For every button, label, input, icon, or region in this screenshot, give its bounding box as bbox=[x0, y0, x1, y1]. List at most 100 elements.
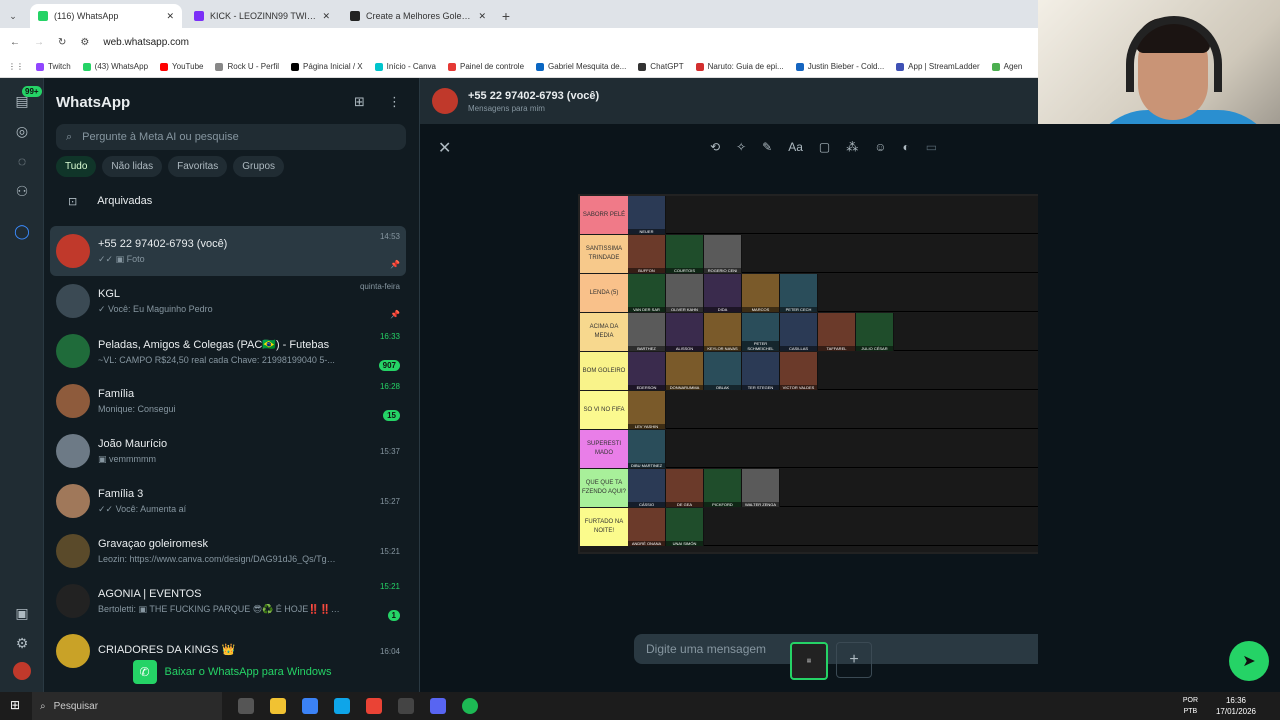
communities-icon[interactable]: ⚇ bbox=[13, 182, 31, 200]
text-icon[interactable]: Aa bbox=[788, 140, 803, 154]
browser-tab-kick[interactable]: KICK - LEOZINN99 TWITCH - L ✕ bbox=[186, 4, 338, 28]
chat-list-item[interactable]: Gravaçao goleiromesk Leozin: https://www.… bbox=[50, 526, 406, 576]
player-name: BUFFON bbox=[628, 268, 665, 273]
settings-icon[interactable]: ⚙ bbox=[13, 634, 31, 652]
close-tab-icon[interactable]: ✕ bbox=[322, 11, 330, 22]
hd-icon[interactable]: ▭ bbox=[926, 140, 937, 154]
browser-tab-tiermaker[interactable]: Create a Melhores Goleiros Tie ✕ bbox=[342, 4, 494, 28]
media-icon[interactable]: ▣ bbox=[13, 604, 31, 622]
meta-ai-icon[interactable]: ◯ bbox=[13, 222, 31, 240]
chat-name: Gravaçao goleiromesk bbox=[98, 538, 209, 550]
bookmark-item[interactable]: Página Inicial / X bbox=[291, 62, 363, 71]
player-name: ALISSON bbox=[666, 346, 703, 351]
bookmark-item[interactable]: (43) WhatsApp bbox=[82, 62, 148, 71]
chat-avatar bbox=[56, 284, 90, 318]
search-input[interactable]: ⌕ Pergunte à Meta AI ou pesquise bbox=[56, 124, 406, 150]
task-view-icon[interactable] bbox=[238, 698, 254, 714]
rotate-icon[interactable]: ⟲ bbox=[710, 140, 720, 154]
player-name: JULIO CÉSAR bbox=[856, 346, 893, 351]
filter-all[interactable]: Tudo bbox=[56, 156, 97, 177]
bookmark-item[interactable]: Agen bbox=[991, 62, 1022, 71]
close-tab-icon[interactable]: ✕ bbox=[166, 11, 174, 22]
chat-list-item[interactable]: KGL ✓ Você: Eu Maguinho Pedro quinta-feira… bbox=[50, 276, 406, 326]
menu-icon[interactable]: ⋮ bbox=[388, 94, 401, 110]
edge-icon[interactable] bbox=[334, 698, 350, 714]
tiermaker-favicon-icon bbox=[350, 11, 360, 21]
player-card: DIDA bbox=[704, 274, 742, 312]
add-attachment-button[interactable]: + bbox=[836, 642, 872, 678]
app-icon[interactable] bbox=[398, 698, 414, 714]
chat-name: João Maurício bbox=[98, 437, 168, 450]
bookmark-item[interactable]: Início - Canva bbox=[374, 62, 436, 71]
bookmark-item[interactable]: Naruto: Guia de epi... bbox=[695, 62, 784, 71]
chat-list-item[interactable]: +55 22 97402-6793 (você) ✓✓ ▣ Foto 14:53 📌 bbox=[50, 226, 406, 276]
player-name: KEYLOR NAVAS bbox=[704, 346, 741, 351]
new-tab-button[interactable]: + bbox=[494, 4, 518, 28]
bookmark-item[interactable]: Rock U - Perfil bbox=[215, 62, 279, 71]
bookmark-item[interactable]: YouTube bbox=[160, 62, 203, 71]
pencil-icon[interactable]: ✎ bbox=[762, 140, 772, 154]
bookmark-item[interactable]: App | StreamLadder bbox=[896, 62, 980, 71]
magic-wand-icon[interactable]: ✧ bbox=[736, 140, 746, 154]
filter-groups[interactable]: Grupos bbox=[233, 156, 285, 177]
chat-time: 16:33 bbox=[379, 331, 400, 341]
tab-search-icon[interactable]: ⌄ bbox=[0, 4, 26, 28]
search-icon: ⌕ bbox=[40, 700, 46, 712]
crop-icon[interactable]: ▢ bbox=[819, 140, 830, 154]
attachment-thumbnail[interactable]: ▦ bbox=[790, 642, 828, 680]
emoji-icon[interactable]: ☺ bbox=[874, 140, 886, 154]
copilot-icon[interactable] bbox=[302, 698, 318, 714]
new-chat-icon[interactable]: ⊞ bbox=[354, 94, 365, 110]
bookmark-item[interactable]: Gabriel Mesquita de... bbox=[536, 62, 626, 71]
chat-list-item[interactable]: Família 3 ✓✓ Você: Aumenta aí 15:27 bbox=[50, 476, 406, 526]
channels-icon[interactable]: ◌ bbox=[13, 152, 31, 170]
language-indicator[interactable]: POR PTB bbox=[1183, 695, 1198, 717]
close-tab-icon[interactable]: ✕ bbox=[478, 11, 486, 22]
url-field[interactable]: web.whatsapp.com bbox=[103, 37, 189, 48]
tier-label: SANTISSIMA TRINDADE bbox=[580, 235, 628, 273]
chat-name: +55 22 97402-6793 (você) bbox=[98, 237, 228, 250]
chat-header[interactable]: +55 22 97402-6793 (você) Mensagens para … bbox=[420, 78, 1038, 124]
blur-icon[interactable]: ⁂ bbox=[846, 140, 858, 154]
download-app-banner[interactable]: ✆ Baixar o WhatsApp para Windows bbox=[44, 652, 420, 692]
tab-title: KICK - LEOZINN99 TWITCH - L bbox=[210, 11, 316, 21]
bookmark-item[interactable]: Painel de controle bbox=[447, 62, 524, 71]
apps-grid-icon[interactable]: ⋮⋮ bbox=[8, 62, 24, 71]
bookmark-label: ChatGPT bbox=[650, 62, 684, 71]
player-card: CASILLAS bbox=[780, 313, 818, 351]
profile-avatar[interactable] bbox=[13, 662, 31, 680]
filter-favorites[interactable]: Favoritas bbox=[168, 156, 228, 177]
windows-start-icon[interactable]: ⊞ bbox=[10, 698, 20, 712]
file-explorer-icon[interactable] bbox=[270, 698, 286, 714]
filter-unread[interactable]: Não lidas bbox=[102, 156, 163, 177]
chat-list-item[interactable]: AGONIA | EVENTOS Bertoletti: ▣ THE FUCKIN… bbox=[50, 576, 406, 626]
bookmark-label: App | StreamLadder bbox=[908, 62, 980, 71]
browser-tab-whatsapp[interactable]: (116) WhatsApp ✕ bbox=[30, 4, 182, 28]
close-editor-icon[interactable]: ✕ bbox=[438, 138, 451, 158]
back-icon[interactable]: ← bbox=[10, 37, 20, 48]
bookmark-favicon-icon bbox=[536, 62, 545, 71]
chat-list-item[interactable]: Família Monique: Consegui 16:28 15 bbox=[50, 376, 406, 426]
bookmark-favicon-icon bbox=[215, 62, 224, 71]
site-info-icon[interactable]: ⚙ bbox=[80, 37, 89, 48]
keyboard-label: PTB bbox=[1183, 708, 1198, 715]
chat-time: 16:28 bbox=[379, 381, 400, 391]
clock[interactable]: 16:36 17/01/2026 bbox=[1216, 695, 1256, 717]
forward-icon[interactable]: → bbox=[34, 37, 44, 48]
reload-icon[interactable]: ↻ bbox=[58, 37, 66, 48]
bookmark-item[interactable]: Justin Bieber - Cold... bbox=[795, 62, 884, 71]
chat-list-item[interactable]: João Maurício ▣ vemmmmm 15:37 bbox=[50, 426, 406, 476]
chat-list-item[interactable]: Peladas, Amigos & Colegas (PAC🇧🇷) - Fute… bbox=[50, 326, 406, 376]
chrome-icon[interactable] bbox=[366, 698, 382, 714]
spotify-icon[interactable] bbox=[462, 698, 478, 714]
bookmark-item[interactable]: ChatGPT bbox=[638, 62, 684, 71]
chat-time: 15:21 bbox=[379, 581, 400, 591]
sticker-icon[interactable]: ◐ bbox=[902, 140, 909, 154]
archived-row[interactable]: ⊡ Arquivadas bbox=[44, 186, 420, 216]
status-icon[interactable]: ◎ bbox=[13, 122, 31, 140]
player-card: WALTER ZENGA bbox=[742, 469, 780, 507]
send-button[interactable]: ➤ bbox=[1229, 641, 1269, 681]
bookmark-item[interactable]: Twitch bbox=[36, 62, 71, 71]
discord-icon[interactable] bbox=[430, 698, 446, 714]
taskbar-search[interactable]: ⌕ Pesquisar bbox=[32, 692, 222, 720]
